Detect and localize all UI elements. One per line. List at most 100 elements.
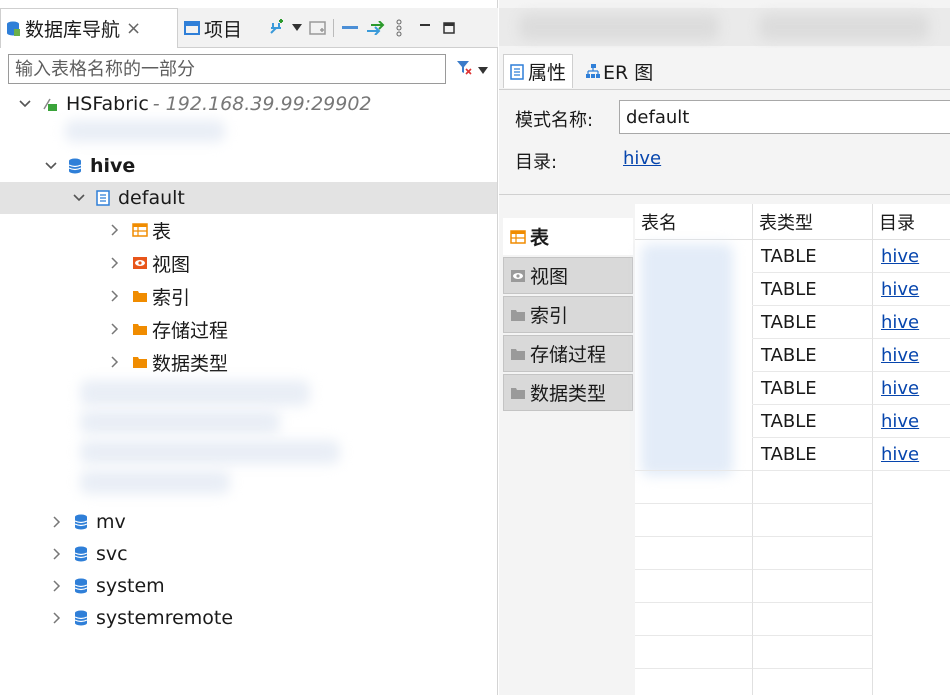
link-with-editor-icon[interactable] — [364, 18, 386, 38]
table-cell-catalog[interactable]: hive — [873, 372, 950, 405]
schema-name-field[interactable]: default — [619, 100, 950, 134]
table-cell-name[interactable] — [635, 405, 753, 438]
blurred-region — [80, 410, 280, 434]
column-header-catalog[interactable]: 目录 — [873, 204, 950, 240]
empty-grid-cell — [753, 537, 873, 570]
tree-item-database-hive[interactable]: hive — [44, 150, 135, 182]
dropdown-arrow-icon[interactable] — [290, 18, 304, 38]
side-tab-indexes[interactable]: 索引 — [503, 296, 633, 333]
filter-options-button[interactable] — [450, 56, 494, 82]
chevron-right-icon[interactable] — [50, 515, 64, 529]
catalog-link[interactable]: hive — [881, 246, 919, 267]
table-cell-type[interactable]: TABLE — [753, 273, 873, 306]
table-cell-type[interactable]: TABLE — [753, 372, 873, 405]
empty-grid-cell — [753, 669, 873, 695]
side-tab-indexes-label: 索引 — [530, 305, 569, 327]
chevron-right-icon[interactable] — [50, 547, 64, 561]
side-tab-data-types-label: 数据类型 — [530, 383, 607, 405]
chevron-right-icon[interactable] — [108, 256, 122, 270]
tab-er-diagram[interactable]: ER 图 — [579, 54, 659, 88]
empty-grid-cell — [635, 471, 753, 504]
tree-item-tables[interactable]: 表 — [108, 214, 171, 246]
editor-subtab-bar: 属性 ER 图 — [499, 48, 950, 90]
table-cell-name[interactable] — [635, 240, 753, 273]
chevron-right-icon[interactable] — [108, 355, 122, 369]
tab-projects[interactable]: 项目 — [180, 8, 254, 48]
chevron-right-icon[interactable] — [50, 579, 64, 593]
side-tab-views[interactable]: 视图 — [503, 257, 633, 294]
folder-icon — [132, 322, 148, 336]
catalog-link[interactable]: hive — [881, 411, 919, 432]
collapse-all-icon[interactable] — [340, 18, 360, 38]
navigator-tab-bar: 数据库导航 × 项目 — [0, 8, 498, 48]
tab-projects-label: 项目 — [204, 18, 243, 41]
tree-item-procedures[interactable]: 存储过程 — [108, 313, 228, 345]
table-cell-catalog[interactable]: hive — [873, 273, 950, 306]
table-cell-name[interactable] — [635, 339, 753, 372]
table-cell-type[interactable]: TABLE — [753, 438, 873, 471]
chevron-right-icon[interactable] — [108, 322, 122, 336]
table-cell-name[interactable] — [635, 306, 753, 339]
side-tab-data-types[interactable]: 数据类型 — [503, 374, 633, 411]
tab-properties[interactable]: 属性 — [503, 54, 574, 88]
tree-item-database-svc[interactable]: svc — [50, 538, 128, 570]
table-cell-catalog[interactable]: hive — [873, 438, 950, 471]
table-cell-name[interactable] — [635, 438, 753, 471]
chevron-down-icon[interactable] — [72, 191, 86, 205]
close-icon[interactable]: × — [126, 18, 141, 39]
table-cell-catalog[interactable]: hive — [873, 240, 950, 273]
table-cell-name[interactable] — [635, 273, 753, 306]
tree-item-data-types[interactable]: 数据类型 — [108, 346, 228, 378]
tree-item-connection[interactable]: HSFabric - 192.168.39.99:29902 — [18, 88, 372, 120]
table-cell-type[interactable]: TABLE — [753, 306, 873, 339]
chevron-down-icon[interactable] — [44, 159, 58, 173]
tree-item-schema-default[interactable]: default — [72, 182, 185, 214]
dropdown-arrow-icon — [478, 59, 488, 80]
catalog-link[interactable]: hive — [881, 378, 919, 399]
chevron-right-icon[interactable] — [108, 223, 122, 237]
maximize-icon[interactable] — [440, 18, 458, 38]
side-tab-tables[interactable]: 表 — [503, 218, 633, 255]
object-type-tabs: 表 视图 索引 存储过程 数据类型 — [499, 204, 633, 695]
column-header-table-name[interactable]: 表名 — [635, 204, 753, 240]
connection-address: - 192.168.39.99:29902 — [152, 93, 372, 115]
table-cell-name[interactable] — [635, 372, 753, 405]
table-folder-icon — [132, 223, 148, 237]
table-cell-catalog[interactable]: hive — [873, 405, 950, 438]
minimize-icon[interactable] — [416, 18, 434, 38]
tree-item-database-systemremote[interactable]: systemremote — [50, 602, 233, 634]
new-connection-icon[interactable] — [266, 18, 286, 38]
schema-icon — [96, 190, 110, 206]
column-header-table-type[interactable]: 表类型 — [753, 204, 873, 240]
tree-item-database-system[interactable]: system — [50, 570, 165, 602]
table-filter-field[interactable] — [8, 54, 446, 84]
table-cell-type[interactable]: TABLE — [753, 240, 873, 273]
table-cell-catalog[interactable]: hive — [873, 339, 950, 372]
blurred-region — [519, 14, 719, 40]
empty-grid-cell — [635, 537, 753, 570]
tab-er-diagram-label: ER 图 — [603, 61, 654, 84]
database-icon — [74, 514, 88, 530]
tree-item-database-mv[interactable]: mv — [50, 506, 126, 538]
tree-item-views[interactable]: 视图 — [108, 247, 190, 279]
folder-icon — [132, 355, 148, 369]
chevron-down-icon[interactable] — [18, 97, 32, 111]
table-cell-type[interactable]: TABLE — [753, 405, 873, 438]
empty-grid-cell — [753, 504, 873, 537]
side-tab-procedures[interactable]: 存储过程 — [503, 335, 633, 372]
tree-item-indexes[interactable]: 索引 — [108, 280, 190, 312]
catalog-link[interactable]: hive — [881, 312, 919, 333]
catalog-link[interactable]: hive — [881, 279, 919, 300]
table-filter-input[interactable] — [9, 55, 445, 83]
table-cell-type[interactable]: TABLE — [753, 339, 873, 372]
catalog-link[interactable]: hive — [881, 444, 919, 465]
chevron-right-icon[interactable] — [108, 289, 122, 303]
catalog-link[interactable]: hive — [881, 345, 919, 366]
view-menu-icon[interactable] — [392, 18, 406, 38]
tab-database-navigator[interactable]: 数据库导航 × — [0, 8, 178, 48]
table-cell-catalog[interactable]: hive — [873, 306, 950, 339]
catalog-link[interactable]: hive — [623, 148, 661, 169]
connection-name: HSFabric — [66, 93, 149, 115]
new-folder-icon[interactable] — [308, 18, 328, 38]
chevron-right-icon[interactable] — [50, 611, 64, 625]
